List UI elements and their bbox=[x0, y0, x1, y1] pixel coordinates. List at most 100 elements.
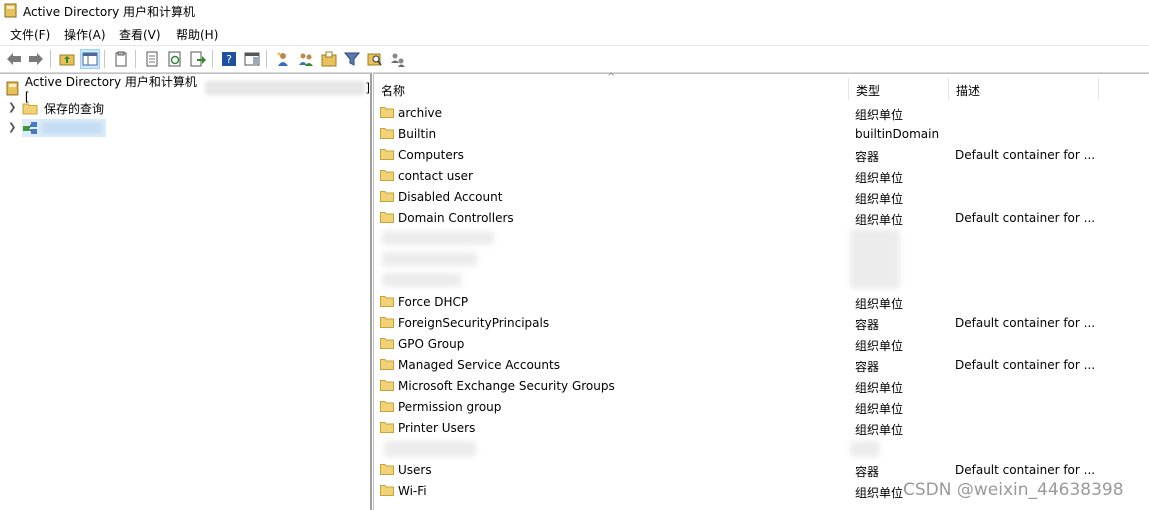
item-type: 容器 bbox=[855, 360, 880, 374]
tree-root-bracket: ] bbox=[365, 81, 370, 95]
list-item[interactable]: Builtin builtinDomain bbox=[374, 124, 1149, 145]
new-ou-icon[interactable] bbox=[319, 49, 339, 69]
folder-icon bbox=[380, 422, 394, 433]
item-name: Builtin bbox=[398, 127, 437, 141]
item-name: Managed Service Accounts bbox=[398, 358, 560, 372]
watermark: CSDN @weixin_44638398 bbox=[903, 480, 1124, 500]
column-header-description[interactable]: 描述 bbox=[949, 78, 1099, 100]
up-folder-icon[interactable] bbox=[57, 49, 77, 69]
item-name: archive bbox=[398, 106, 443, 120]
list-item[interactable]: Force DHCP 组织单位 bbox=[374, 292, 1149, 313]
list-item[interactable]: Managed Service Accounts 容器 Default contai… bbox=[374, 355, 1149, 376]
item-name: Wi-Fi bbox=[398, 484, 427, 498]
chevron-right-icon[interactable]: ❯ bbox=[8, 102, 16, 113]
filter-icon[interactable] bbox=[342, 49, 362, 69]
tree-item-label: 保存的查询 bbox=[44, 101, 105, 116]
list-item[interactable]: Printer Users 组织单位 bbox=[374, 418, 1149, 439]
folder-icon bbox=[380, 464, 394, 475]
item-type: 容器 bbox=[855, 318, 880, 332]
toolbar-separator bbox=[50, 50, 51, 68]
console-tree-icon[interactable] bbox=[80, 49, 100, 69]
item-type: 组织单位 bbox=[855, 213, 904, 227]
delegate-icon[interactable] bbox=[388, 49, 408, 69]
menu-view[interactable]: 查看(V) bbox=[119, 26, 161, 43]
toolbar-separator bbox=[104, 50, 105, 68]
menu-action[interactable]: 操作(A) bbox=[64, 26, 106, 43]
item-name: Disabled Account bbox=[398, 190, 503, 204]
folder-icon bbox=[380, 149, 394, 160]
copy-icon[interactable] bbox=[111, 49, 131, 69]
forward-arrow-icon[interactable] bbox=[26, 49, 46, 69]
redacted-domain-name bbox=[205, 81, 366, 95]
item-type: builtinDomain bbox=[855, 127, 940, 141]
console-tree-pane: Active Directory 用户和计算机 [ ] ❯ 保存的查询 ❯ bbox=[0, 73, 372, 510]
item-description: Default container for ... bbox=[955, 463, 1096, 477]
item-name: Domain Controllers bbox=[398, 211, 514, 225]
list-item[interactable]: Permission group 组织单位 bbox=[374, 397, 1149, 418]
list-item[interactable]: Microsoft Exchange Security Groups 组织单位 bbox=[374, 376, 1149, 397]
item-name: GPO Group bbox=[398, 337, 465, 351]
list-item[interactable]: archive 组织单位 bbox=[374, 103, 1149, 124]
list-item[interactable]: ForeignSecurityPrincipals 容器 Default conta… bbox=[374, 313, 1149, 334]
new-user-icon[interactable] bbox=[273, 49, 293, 69]
toolbar-separator bbox=[266, 50, 267, 68]
chevron-right-icon[interactable]: ❯ bbox=[8, 122, 16, 133]
list-item[interactable]: Users 容器 Default container for ... bbox=[374, 460, 1149, 481]
item-type: 组织单位 bbox=[855, 381, 904, 395]
column-header-name[interactable]: 名称 bbox=[374, 78, 849, 100]
item-name: Computers bbox=[398, 148, 464, 162]
domain-icon bbox=[23, 122, 37, 134]
refresh-icon[interactable] bbox=[165, 49, 185, 69]
redacted-domain-label bbox=[42, 122, 102, 134]
window-title: Active Directory 用户和计算机 bbox=[23, 5, 196, 19]
item-type: 容器 bbox=[855, 465, 880, 479]
tree-root-item[interactable]: Active Directory 用户和计算机 [ ] bbox=[6, 75, 370, 104]
list-item[interactable]: Disabled Account 组织单位 bbox=[374, 187, 1149, 208]
properties-icon[interactable] bbox=[142, 49, 162, 69]
details-list-pane: ^ 名称 类型 描述 archive 组织单位 Builtin builtinDoma… bbox=[373, 72, 1149, 510]
item-type: 组织单位 bbox=[855, 297, 904, 311]
item-description: Default container for ... bbox=[955, 316, 1096, 330]
menu-bar: 文件(F) 操作(A) 查看(V) 帮助(H) bbox=[0, 22, 1149, 44]
item-type: 组织单位 bbox=[855, 192, 904, 206]
toolbar-separator bbox=[212, 50, 213, 68]
item-type: 组织单位 bbox=[855, 423, 904, 437]
list-item[interactable]: Computers 容器 Default container for ... bbox=[374, 145, 1149, 166]
find-icon[interactable] bbox=[365, 49, 385, 69]
list-item[interactable]: contact user 组织单位 bbox=[374, 166, 1149, 187]
folder-icon bbox=[380, 170, 394, 181]
redacted-row bbox=[382, 252, 477, 266]
menu-help[interactable]: 帮助(H) bbox=[176, 26, 218, 43]
item-description: Default container for ... bbox=[955, 148, 1096, 162]
item-description: Default container for ... bbox=[955, 358, 1096, 372]
item-name: ForeignSecurityPrincipals bbox=[398, 316, 550, 330]
menu-file[interactable]: 文件(F) bbox=[10, 26, 50, 43]
folder-icon bbox=[380, 128, 394, 139]
folder-icon bbox=[380, 212, 394, 223]
list-item[interactable]: GPO Group 组织单位 bbox=[374, 334, 1149, 355]
item-type: 组织单位 bbox=[855, 108, 904, 122]
tree-item-saved-queries[interactable]: 保存的查询 bbox=[22, 99, 104, 117]
item-name: Force DHCP bbox=[398, 295, 469, 309]
item-description: Default container for ... bbox=[955, 211, 1096, 225]
back-arrow-icon[interactable] bbox=[4, 49, 24, 69]
list-item[interactable]: Domain Controllers 组织单位 Default container … bbox=[374, 208, 1149, 229]
help-icon[interactable]: ? bbox=[219, 49, 239, 69]
svg-text:?: ? bbox=[226, 53, 232, 66]
item-name: contact user bbox=[398, 169, 473, 183]
item-type: 容器 bbox=[855, 150, 880, 164]
show-hide-icon[interactable] bbox=[242, 49, 262, 69]
column-header-type[interactable]: 类型 bbox=[849, 78, 949, 100]
ad-console-icon bbox=[4, 3, 17, 18]
folder-icon bbox=[380, 401, 394, 412]
folder-icon bbox=[380, 296, 394, 307]
new-group-icon[interactable] bbox=[296, 49, 316, 69]
redacted-row bbox=[382, 273, 462, 287]
export-list-icon[interactable] bbox=[188, 49, 208, 69]
redacted-type bbox=[850, 229, 900, 289]
tree-item-domain[interactable] bbox=[22, 119, 106, 137]
item-type: 组织单位 bbox=[855, 402, 904, 416]
title-bar: Active Directory 用户和计算机 bbox=[0, 0, 1149, 22]
ad-console-icon bbox=[6, 81, 19, 95]
redacted-row bbox=[382, 231, 494, 245]
